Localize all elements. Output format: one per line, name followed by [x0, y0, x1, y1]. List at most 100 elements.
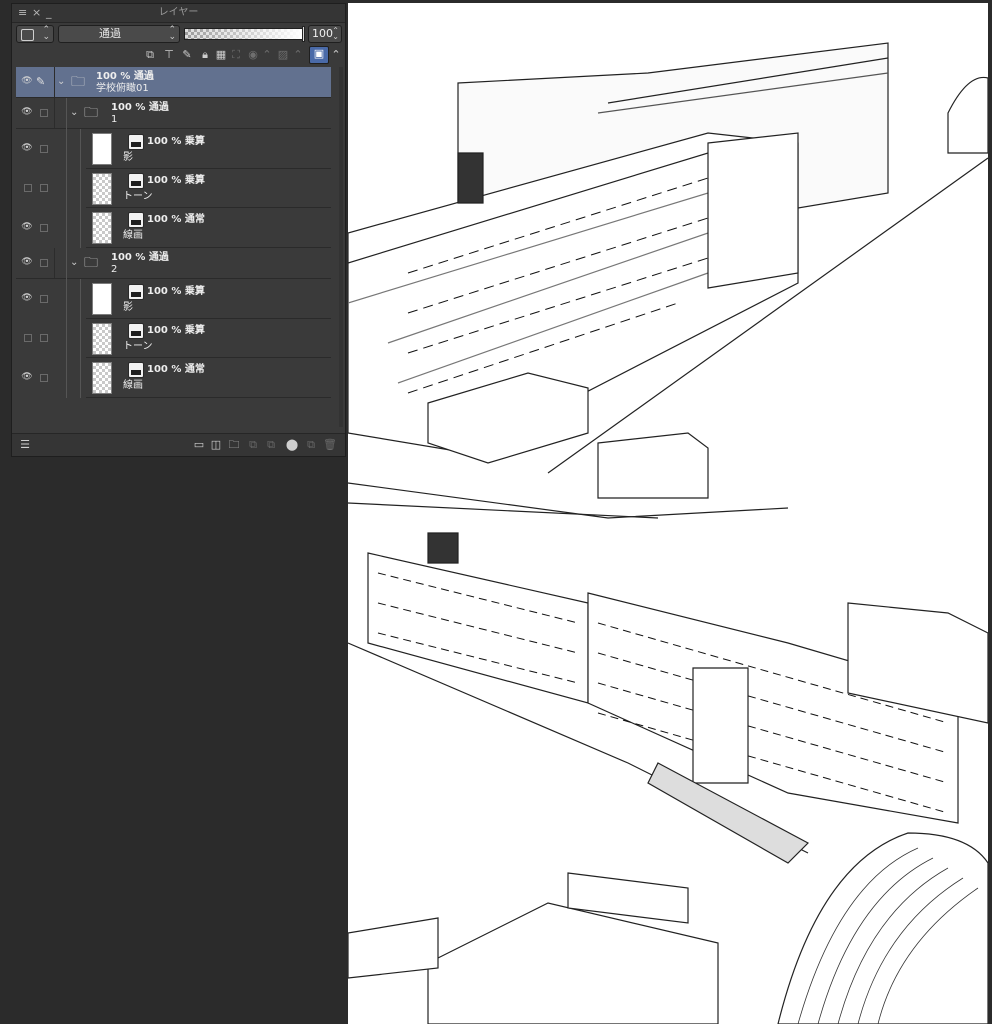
drawing-canvas[interactable]: [348, 3, 988, 1024]
layer-color-selector[interactable]: ⌃ ⌄: [16, 25, 54, 43]
eye-icon[interactable]: 👁︎: [21, 257, 33, 267]
layer-list-scrollbar[interactable]: [339, 67, 343, 427]
eye-icon[interactable]: 👁︎: [21, 293, 33, 303]
lock-checkbox[interactable]: [40, 145, 48, 153]
opacity-slider-handle[interactable]: [302, 26, 305, 42]
chevron-down-icon[interactable]: ⌃: [291, 48, 305, 62]
layer-row-folder-1[interactable]: 👁︎ ⌄ 🗀 100 % 通過 1: [16, 98, 331, 129]
reference-layer-icon[interactable]: ⊤: [162, 48, 176, 62]
layer-opacity-mode: 100 % 乗算: [147, 136, 205, 147]
layer-panel-footer: ☰ ▭ ◫ 🗀 ⧉ ⧉ ⬤ ⧉ 🗑︎: [12, 433, 345, 456]
eye-icon[interactable]: 👁︎: [21, 143, 33, 153]
panel-settings-icon[interactable]: ☰: [18, 438, 32, 452]
create-mask-icon[interactable]: ⬤: [285, 438, 299, 452]
layer-row-lineart-1[interactable]: 100 % 通常 線画: [86, 208, 331, 248]
layer-mask-icon: [128, 212, 144, 228]
spinner-icon: ⌃ ⌄: [168, 25, 176, 42]
merge-down-icon[interactable]: ⧉: [264, 438, 278, 452]
chevron-down-icon[interactable]: ⌄: [70, 107, 78, 118]
pen-icon: ✎: [36, 75, 46, 88]
layer-opacity-mode: 100 % 通常: [147, 214, 205, 225]
layer-row-shadow-1[interactable]: 100 % 乗算 影: [86, 129, 331, 169]
apply-mask-icon[interactable]: ⧉: [304, 438, 318, 452]
lock-checkbox[interactable]: [40, 109, 48, 117]
lock-icon[interactable]: 🔒︎: [198, 48, 212, 62]
tree-guide: [80, 129, 81, 248]
layer-thumbnail: [92, 323, 112, 355]
water-tower: [427, 532, 459, 564]
lock-checkbox[interactable]: [40, 224, 48, 232]
folder-icon: 🗀: [71, 74, 85, 90]
new-folder-icon[interactable]: 🗀: [227, 438, 241, 452]
divider: [54, 67, 55, 97]
layer-color-icon: [21, 29, 34, 41]
layer-name: 影: [123, 152, 133, 163]
chevron-down-icon[interactable]: ⌃: [260, 48, 274, 62]
layer-name: 1: [111, 114, 118, 125]
gym-roof: [947, 76, 988, 154]
clip-to-lower-layer-icon[interactable]: ⧉: [143, 48, 157, 62]
layer-panel-titlebar: ≡ × _ レイヤー: [12, 4, 345, 23]
layer-opacity-mode: 100 % 通過: [111, 102, 169, 113]
panel-title: レイヤー: [158, 7, 199, 18]
spinner-icon: ⌃ ⌄: [42, 25, 50, 42]
water-tower: [457, 152, 484, 204]
layer-name: 線画: [123, 380, 143, 391]
lock-transparency-icon[interactable]: ▦: [214, 48, 228, 62]
layer-row-shadow-2[interactable]: 100 % 乗算 影: [86, 279, 331, 319]
mask-target-icon[interactable]: ◉: [246, 48, 260, 62]
visibility-checkbox[interactable]: [24, 334, 32, 342]
layer-opacity-mode: 100 % 乗算: [147, 325, 205, 336]
layer-mask-icon: [128, 134, 144, 150]
layer-mask-icon: [128, 284, 144, 300]
transfer-down-icon[interactable]: ⧉: [246, 438, 260, 452]
lock-checkbox[interactable]: [40, 295, 48, 303]
chevron-down-icon[interactable]: ⌄: [70, 257, 78, 268]
layer-row-folder-root[interactable]: 👁︎ ✎ ⌄ 🗀 100 % 通過 学校俯瞰01: [16, 67, 331, 98]
building-outline: [367, 552, 589, 704]
layer-thumbnail: [92, 133, 112, 165]
layer-opacity-mode: 100 % 乗算: [147, 286, 205, 297]
layer-name: 2: [111, 264, 118, 275]
ruler-icon[interactable]: ▨: [276, 48, 290, 62]
divider: [54, 98, 55, 128]
layer-property-row: ⌃ ⌄ 通過 ⌃ ⌄ 100 ⌃ ⌄: [16, 25, 342, 45]
ground-line: [348, 502, 659, 519]
folder-icon: 🗀: [84, 105, 98, 121]
eye-icon[interactable]: 👁︎: [21, 107, 33, 117]
layer-toolbar: ⧉ ⊤ ✎ 🔒︎ ▦ ⛶ ◉ ⌃ ▨ ⌃ ▣ ⌃: [12, 46, 347, 66]
layer-mask-icon: [128, 362, 144, 378]
layer-row-lineart-2[interactable]: 100 % 通常 線画: [86, 358, 331, 398]
chevron-down-icon[interactable]: ⌃: [329, 48, 343, 62]
opacity-input[interactable]: 100 ⌃ ⌄: [308, 25, 342, 43]
gym-dome: [777, 832, 988, 1024]
visibility-checkbox[interactable]: [24, 184, 32, 192]
layer-thumbnail: [92, 173, 112, 205]
layer-name: トーン: [123, 191, 153, 202]
chevron-down-icon[interactable]: ⌄: [57, 76, 65, 87]
layer-row-tone-2[interactable]: 100 % 乗算 トーン: [86, 319, 331, 358]
opacity-slider[interactable]: [184, 28, 304, 40]
layer-opacity-mode: 100 % 通常: [147, 364, 205, 375]
layer-row-folder-2[interactable]: 👁︎ ⌄ 🗀 100 % 通過 2: [16, 248, 331, 279]
eye-icon[interactable]: 👁︎: [21, 76, 33, 86]
folder-icon: 🗀: [84, 255, 98, 271]
lock-checkbox[interactable]: [40, 184, 48, 192]
canvas-artwork: [348, 42, 988, 1024]
divider: [54, 248, 55, 278]
layer-color-icon[interactable]: ▣: [309, 46, 329, 64]
lock-checkbox[interactable]: [40, 259, 48, 267]
new-raster-layer-icon[interactable]: ▭: [192, 438, 206, 452]
draft-layer-icon[interactable]: ✎: [180, 48, 194, 62]
eye-icon[interactable]: 👁︎: [21, 222, 33, 232]
blend-mode-value: 通過: [99, 27, 121, 40]
blend-mode-select[interactable]: 通過 ⌃ ⌄: [58, 25, 180, 43]
lock-checkbox[interactable]: [40, 334, 48, 342]
mask-enable-icon[interactable]: ⛶: [229, 48, 243, 62]
eye-icon[interactable]: 👁︎: [21, 372, 33, 382]
layer-row-tone-1[interactable]: 100 % 乗算 トーン: [86, 169, 331, 208]
lock-checkbox[interactable]: [40, 374, 48, 382]
new-vector-layer-icon[interactable]: ◫: [209, 438, 223, 452]
trash-icon[interactable]: 🗑︎: [323, 438, 337, 452]
stair-tower: [707, 132, 799, 289]
